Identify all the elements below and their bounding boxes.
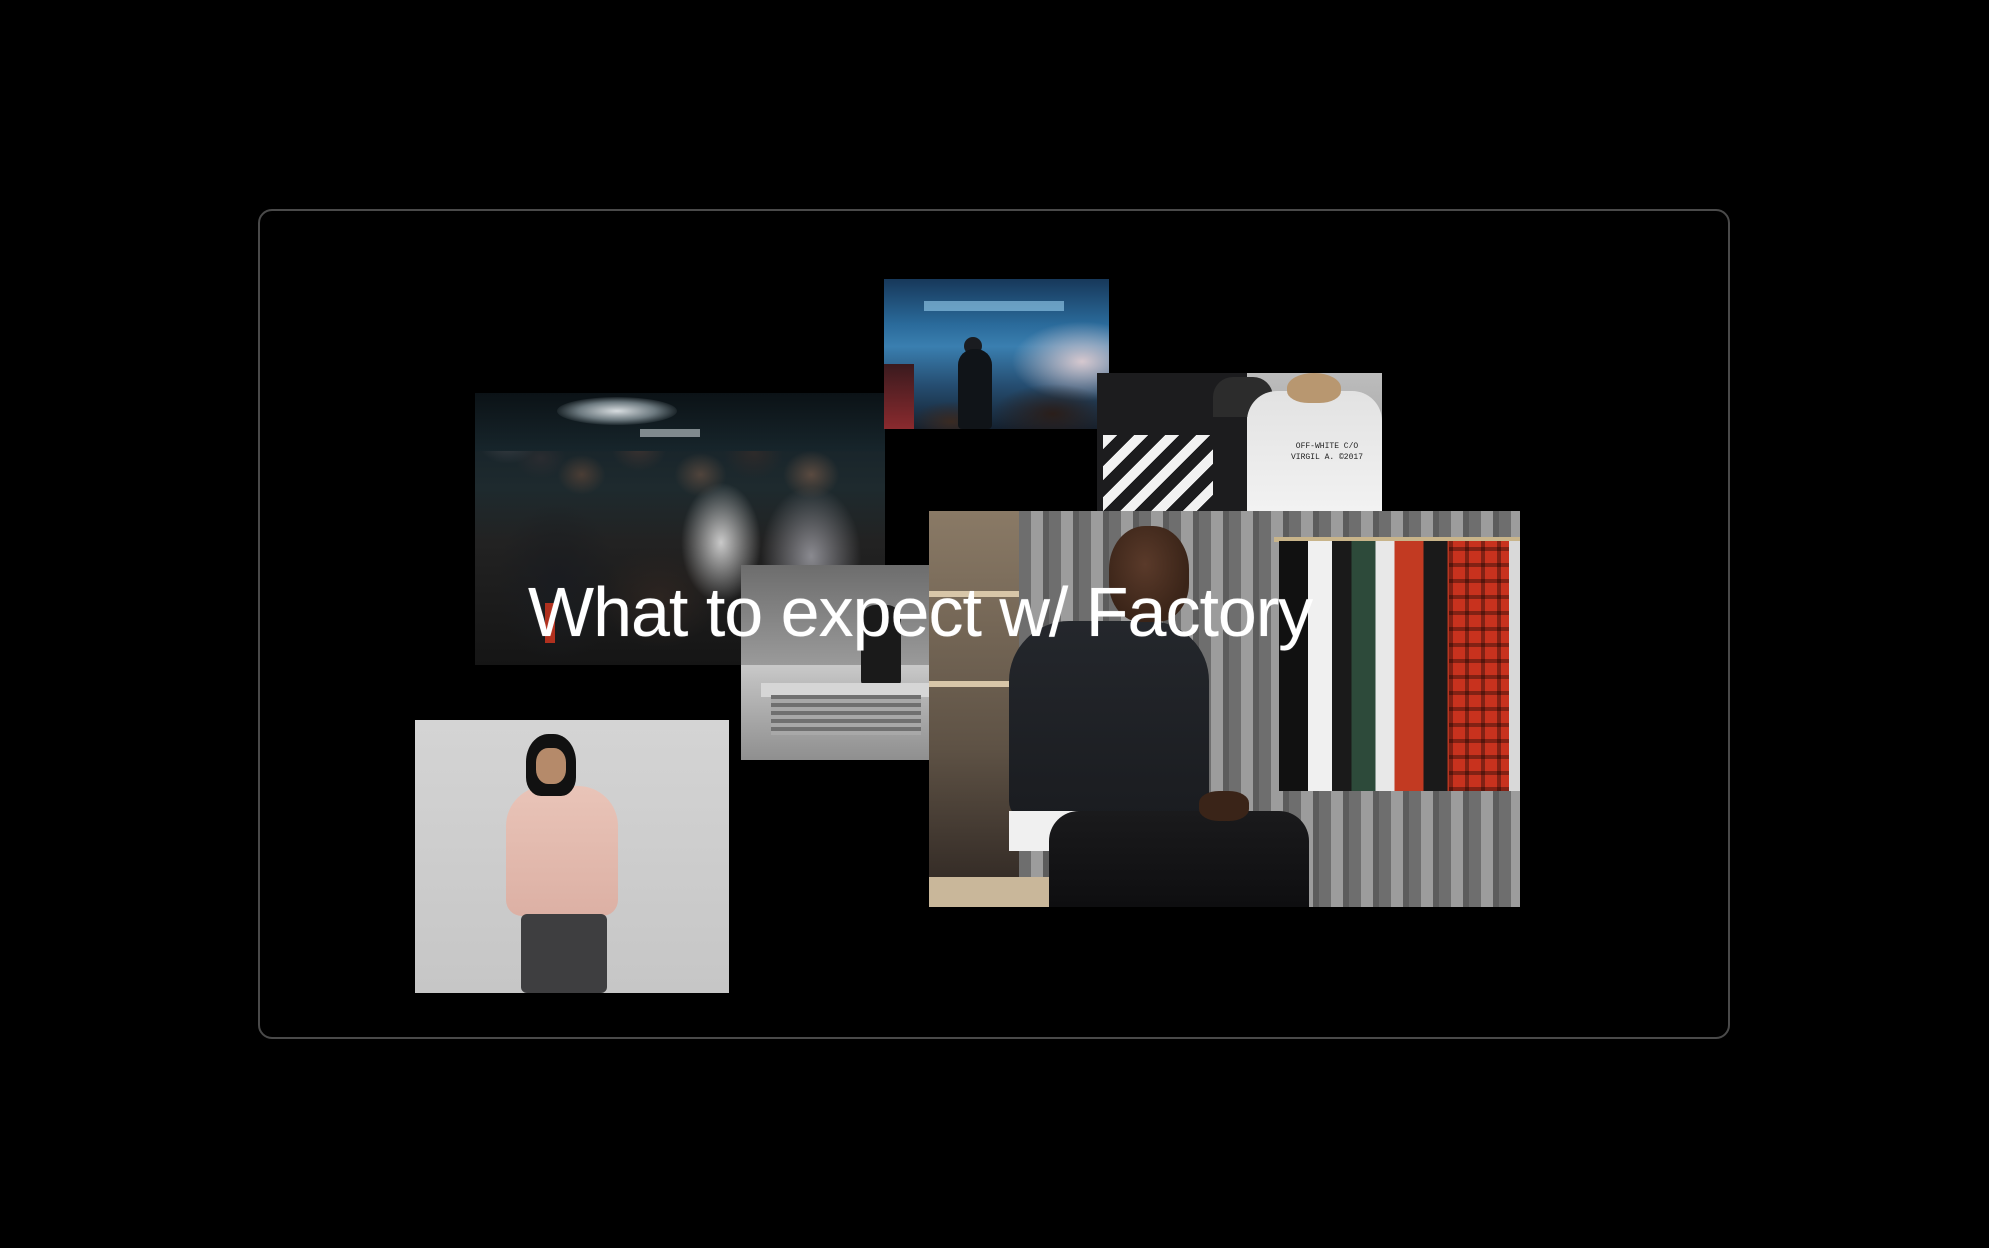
diagonal-stripes-shape: [1103, 435, 1213, 511]
left-wall-shape: [929, 511, 1019, 907]
hair-shape: [1287, 373, 1341, 403]
pants-shape: [521, 914, 607, 993]
stage-light-shape: [924, 301, 1064, 311]
page-canvas: OFF-WHITE C/O VIRGIL A. ©2017 What to ex…: [0, 0, 1989, 1248]
concert-photo: [884, 279, 1109, 429]
jacket-print-text: OFF-WHITE C/O VIRGIL A. ©2017: [1290, 442, 1363, 462]
performer-shape: [958, 349, 992, 429]
designer-body-shape: [1009, 621, 1209, 821]
red-lamp-shape: [884, 364, 914, 429]
ceiling-shape: [475, 393, 885, 451]
hero-headline: What to expect w/ Factory: [528, 573, 1313, 651]
disco-light-shape: [557, 397, 677, 425]
designer-legs-shape: [1049, 811, 1309, 907]
designer-photo: [929, 511, 1520, 907]
shelf-shape: [929, 681, 1019, 687]
counter-shape: [771, 695, 921, 735]
pink-hoodie-shape: [506, 786, 618, 916]
hoodie-photo: [415, 720, 729, 993]
jacket-photo: OFF-WHITE C/O VIRGIL A. ©2017: [1097, 373, 1382, 511]
banner-shape: [640, 429, 700, 437]
designer-hands-shape: [1199, 791, 1249, 821]
face-shape: [536, 748, 566, 784]
